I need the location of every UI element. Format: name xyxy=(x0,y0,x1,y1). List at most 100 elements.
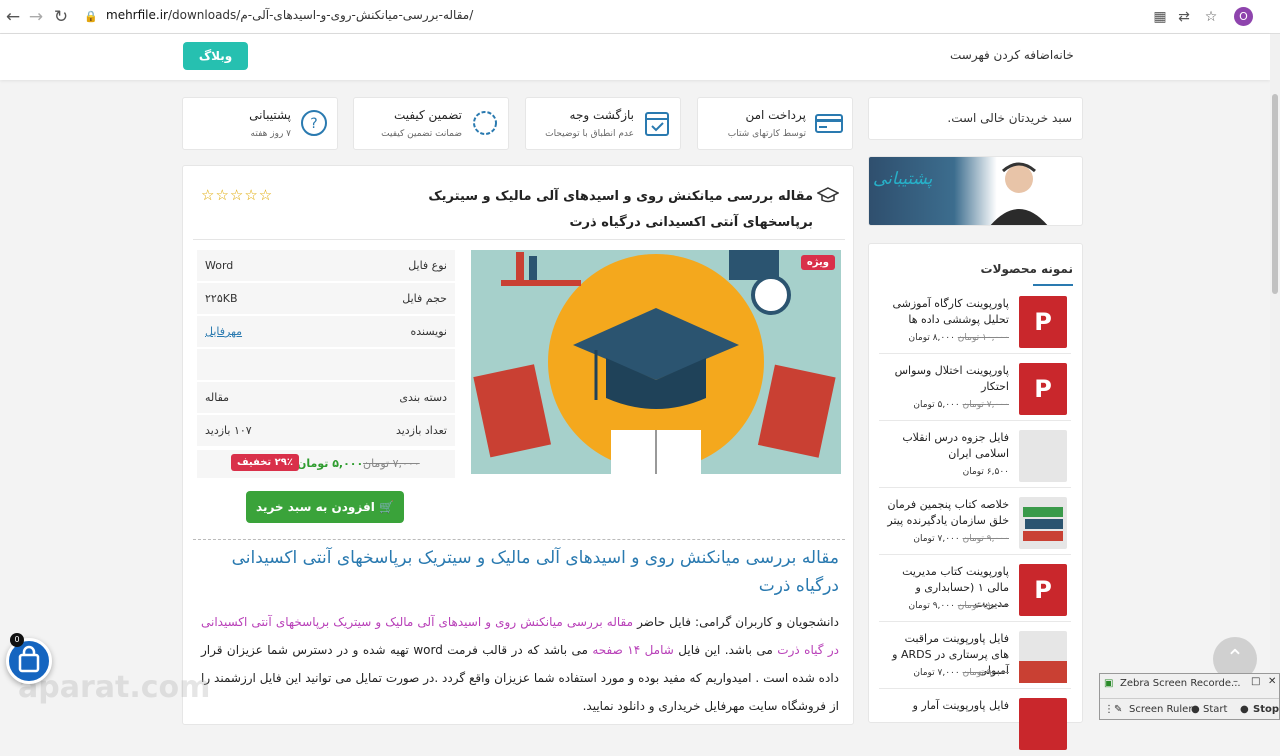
list-item[interactable]: خلاصه کتاب پنجمین فرمان خلق سازمان یادگی… xyxy=(879,493,1071,555)
support-banner-text: پشتیبانی xyxy=(873,169,933,189)
minimize-icon[interactable]: – xyxy=(1233,676,1238,687)
product-title: مقاله بررسی میانکنش روی و اسیدهای آلی ما… xyxy=(428,189,813,230)
feature-money-back: بازگشت وجه عدم انطباق با توضیحات xyxy=(525,97,681,150)
info-value: Word xyxy=(205,259,234,272)
weblog-button[interactable]: وبلاگ xyxy=(183,42,248,70)
zebra-recorder-window: ▣ Zebra Screen Recorde... – □ ✕ ⋮ ✎ Scre… xyxy=(1099,673,1280,720)
article-text: می باشد. این فایل xyxy=(678,643,773,657)
close-icon[interactable]: ✕ xyxy=(1268,676,1276,687)
info-row-empty xyxy=(197,349,455,380)
quality-badge-icon xyxy=(473,111,497,135)
zebra-toolbar: ⋮ ✎ Screen Ruler ● Start ● Stop xyxy=(1100,698,1279,720)
maximize-icon[interactable]: □ xyxy=(1251,676,1260,687)
lock-icon[interactable]: 🔒 xyxy=(80,6,102,28)
screen-ruler-button[interactable]: Screen Ruler xyxy=(1129,704,1192,715)
reload-icon[interactable]: ↻ xyxy=(50,6,72,28)
feature-subtitle: ضمانت تضمین کیفیت xyxy=(381,129,462,139)
info-value: ۲۲۵KB xyxy=(205,292,238,305)
product-image: ویژه xyxy=(471,250,841,474)
sample-title[interactable]: فایل جزوه درس انقلاب اسلامی ایران xyxy=(885,430,1009,462)
feature-support: ? پشتیبانی ۷ روز هفته xyxy=(182,97,338,150)
star-icon[interactable]: ☆ xyxy=(1201,7,1221,27)
sample-title[interactable]: فایل پاورپوینت آمار و xyxy=(885,698,1009,714)
feature-secure-payment: پرداخت امن توسط کارتهای شتاب xyxy=(697,97,853,150)
menu-add-list[interactable]: اضافه کردن فهرست xyxy=(950,48,1053,62)
qr-icon[interactable]: ▦ xyxy=(1150,7,1170,27)
page-scrollbar[interactable] xyxy=(1270,34,1280,720)
list-item[interactable]: فایل جزوه درس انقلاب اسلامی ایران ۶,۵۰۰ … xyxy=(879,426,1071,488)
feature-subtitle: توسط کارتهای شتاب xyxy=(727,129,806,139)
feature-subtitle: ۷ روز هفته xyxy=(250,129,291,139)
start-button[interactable]: Start xyxy=(1203,704,1227,715)
svg-text:P: P xyxy=(1034,308,1052,336)
url-domain: mehrfile.ir xyxy=(106,8,168,22)
article-body: دانشجویان و کاربران گرامی: فایل حاضر مقا… xyxy=(201,608,839,720)
stop-button[interactable]: Stop xyxy=(1253,704,1279,715)
list-item[interactable]: P پاورپوینت کتاب مدیریت مالی ۱ (حسابداری… xyxy=(879,560,1071,622)
info-label: نوع فایل xyxy=(408,259,447,272)
recorder-icon: ▣ xyxy=(1104,678,1114,689)
samples-title: نمونه محصولات xyxy=(980,262,1073,276)
sample-products-panel: نمونه محصولات P پاورپوینت کارگاه آموزشی … xyxy=(868,243,1083,750)
menu-home[interactable]: خانه xyxy=(1053,48,1074,62)
sample-price: ۱۰,۰۰۰ تومان ۸,۰۰۰ تومان xyxy=(909,333,1009,343)
shopping-bag-icon xyxy=(18,645,40,673)
powerpoint-thumb-icon: P xyxy=(1019,363,1067,415)
sample-title[interactable]: پاورپوینت اختلال وسواس احتکار xyxy=(885,363,1009,395)
sample-new-price: ۹,۰۰۰ تومان xyxy=(908,601,955,611)
info-label: دسته بندی xyxy=(399,391,447,404)
article-highlight: شامل ۱۴ صفحه xyxy=(592,643,674,657)
list-item[interactable]: P پاورپوینت اختلال وسواس احتکار ۷,۰۰۰ تو… xyxy=(879,359,1071,421)
feature-title: پرداخت امن xyxy=(745,108,806,122)
sample-price: ۶,۵۰۰ تومان xyxy=(963,467,1009,477)
book-thumb-icon xyxy=(1019,497,1067,549)
info-value: ۱۰۷ بازدید xyxy=(205,424,252,437)
back-icon[interactable]: ← xyxy=(2,6,24,28)
author-link[interactable]: مهرفایل xyxy=(205,325,242,338)
feature-title: تضمین کیفیت xyxy=(393,108,462,122)
support-banner[interactable]: پشتیبانی xyxy=(868,156,1083,226)
svg-text:?: ? xyxy=(310,116,317,132)
sample-new-price: ۵,۰۰۰ تومان xyxy=(913,400,960,410)
sample-title[interactable]: خلاصه کتاب پنجمین فرمان خلق سازمان یادگی… xyxy=(885,497,1009,529)
svg-text:P: P xyxy=(1034,375,1052,403)
discount-badge: ۲۹٪ تخفیف xyxy=(231,454,299,471)
title-underline xyxy=(1033,284,1073,286)
sample-title[interactable]: پاورپوینت کارگاه آموزشی تحلیل پوششی داده… xyxy=(885,296,1009,328)
powerpoint-thumb-icon: P xyxy=(1019,296,1067,348)
info-label: تعداد بازدید xyxy=(395,424,447,437)
feature-title: پشتیبانی xyxy=(249,108,291,122)
translate-icon[interactable]: ⇄ xyxy=(1174,7,1194,27)
list-item[interactable]: فایل پاورپوینت آمار و xyxy=(879,694,1071,756)
info-label: نویسنده xyxy=(410,325,447,338)
info-row-category: دسته بندی مقاله xyxy=(197,382,455,413)
cart-empty-text: سبد خریدتان خالی است. xyxy=(947,111,1072,125)
sample-new-price: ۶,۵۰۰ تومان xyxy=(962,467,1009,477)
profile-avatar[interactable]: O xyxy=(1234,7,1253,26)
forward-icon[interactable]: → xyxy=(25,6,47,28)
vip-badge: ویژه xyxy=(800,255,835,270)
sample-new-price: ۷,۰۰۰ تومان xyxy=(913,534,960,544)
list-item[interactable]: P پاورپوینت کارگاه آموزشی تحلیل پوششی دا… xyxy=(879,292,1071,354)
new-price: ۵,۰۰۰ تومان xyxy=(297,457,364,470)
graduation-cap-icon xyxy=(817,187,839,203)
calendar-check-icon xyxy=(645,112,669,136)
question-icon: ? xyxy=(301,110,327,136)
article-text: دانشجویان و کاربران گرامی: فایل حاضر xyxy=(637,615,839,629)
credit-card-icon xyxy=(815,114,843,133)
rating-stars[interactable]: ☆☆☆☆☆ xyxy=(201,186,273,204)
svg-text:P: P xyxy=(1034,576,1052,604)
cart-icon: 🛒 xyxy=(374,500,394,514)
info-label: حجم فایل xyxy=(402,292,447,305)
info-row-file-size: حجم فایل ۲۲۵KB xyxy=(197,283,455,314)
list-item[interactable]: فایل پاورپوینت مراقبت های پرستاری در ARD… xyxy=(879,627,1071,689)
zebra-title: Zebra Screen Recorde... xyxy=(1120,678,1241,689)
add-to-cart-button[interactable]: 🛒 افزودن به سبد خرید xyxy=(246,491,404,523)
info-value: مقاله xyxy=(205,391,230,404)
cart-count-badge: 0 xyxy=(10,633,24,647)
address-bar[interactable]: mehrfile.ir/downloads/مقاله-بررسی-میانکن… xyxy=(106,8,473,22)
ruler-icon: ✎ xyxy=(1114,704,1123,715)
sample-old-price: ۱۱,۰۰۰ تومان xyxy=(957,601,1009,611)
record-icon: ● xyxy=(1191,704,1200,715)
scroll-thumb[interactable] xyxy=(1272,94,1278,294)
